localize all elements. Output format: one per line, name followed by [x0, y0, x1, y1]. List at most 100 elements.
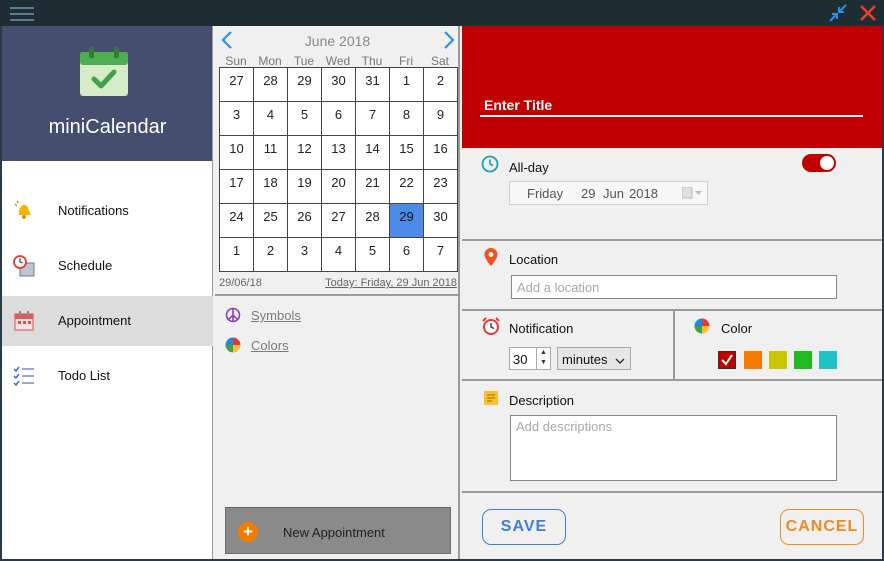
day-cell[interactable]: 12: [288, 136, 322, 170]
day-cell[interactable]: 2: [424, 68, 458, 102]
notification-color-section: Notification 30 ▲ ▼ minutes Color: [462, 311, 882, 381]
day-cell[interactable]: 1: [220, 238, 254, 272]
title-header: [462, 26, 882, 148]
sidebar-item-schedule[interactable]: Schedule: [2, 241, 213, 291]
new-appointment-button[interactable]: + New Appointment: [225, 507, 451, 554]
divider: [673, 311, 675, 379]
day-cell[interactable]: 6: [322, 102, 356, 136]
day-cell[interactable]: 25: [254, 204, 288, 238]
weekday-header: Sun Mon Tue Wed Thu Fri Sat: [219, 54, 457, 68]
day-cell[interactable]: 23: [424, 170, 458, 204]
date-day: 29: [581, 186, 596, 201]
day-cell[interactable]: 7: [424, 238, 458, 272]
day-cell[interactable]: 18: [254, 170, 288, 204]
all-day-toggle[interactable]: [802, 154, 836, 172]
notification-value-stepper[interactable]: 30 ▲ ▼: [509, 347, 551, 370]
sidebar-item-notifications[interactable]: Notifications: [2, 186, 213, 236]
description-section: Description: [462, 381, 882, 493]
weekday-label: Tue: [293, 54, 315, 68]
day-cell[interactable]: 20: [322, 170, 356, 204]
notification-value: 30: [513, 352, 528, 367]
app-name: miniCalendar: [48, 116, 167, 138]
day-cell[interactable]: 3: [220, 102, 254, 136]
day-cell[interactable]: 24: [220, 204, 254, 238]
sidebar-item-appointment[interactable]: Appointment: [2, 296, 213, 346]
date-year: 2018: [629, 186, 658, 201]
day-cell[interactable]: 2: [254, 238, 288, 272]
plus-icon: +: [238, 522, 258, 542]
day-cell[interactable]: 27: [322, 204, 356, 238]
day-cell[interactable]: 28: [254, 68, 288, 102]
alarm-clock-icon: [481, 316, 500, 335]
colors-label: Colors: [251, 338, 289, 353]
day-cell[interactable]: 4: [322, 238, 356, 272]
sidebar: miniCalendar Notifications Schedule Appo…: [2, 26, 213, 559]
sidebar-item-label: Schedule: [58, 258, 113, 273]
day-cell[interactable]: 26: [288, 204, 322, 238]
menu-icon[interactable]: [10, 4, 34, 22]
day-cell[interactable]: 17: [220, 170, 254, 204]
divider: [215, 294, 460, 296]
color-swatch[interactable]: [744, 351, 762, 369]
day-cell[interactable]: 31: [356, 68, 390, 102]
cancel-button[interactable]: CANCEL: [780, 509, 864, 545]
day-cell[interactable]: 8: [390, 102, 424, 136]
peace-symbol-icon: [225, 307, 241, 323]
notification-unit: minutes: [562, 352, 608, 367]
close-icon[interactable]: [858, 3, 878, 23]
day-cell[interactable]: 27: [220, 68, 254, 102]
color-swatch[interactable]: [819, 351, 837, 369]
clock-icon: [481, 155, 499, 173]
day-cell[interactable]: 13: [322, 136, 356, 170]
day-cell[interactable]: 16: [424, 136, 458, 170]
day-cell[interactable]: 21: [356, 170, 390, 204]
color-wheel-icon: [694, 318, 712, 336]
title-input[interactable]: [480, 95, 863, 117]
brand-header: miniCalendar: [2, 26, 212, 161]
notification-unit-select[interactable]: minutes: [557, 347, 631, 370]
date-month: Jun: [603, 186, 624, 201]
today-link[interactable]: Today: Friday, 29 Jun 2018: [325, 277, 457, 289]
color-swatch[interactable]: [718, 351, 736, 369]
day-cell[interactable]: 5: [356, 238, 390, 272]
day-cell[interactable]: 29: [390, 204, 424, 238]
day-cell[interactable]: 5: [288, 102, 322, 136]
day-cell[interactable]: 14: [356, 136, 390, 170]
description-input[interactable]: [510, 415, 837, 481]
day-cell[interactable]: 30: [322, 68, 356, 102]
weekday-label: Thu: [361, 54, 383, 68]
day-cell[interactable]: 28: [356, 204, 390, 238]
sidebar-item-label: Appointment: [58, 313, 131, 328]
day-cell[interactable]: 29: [288, 68, 322, 102]
day-cell[interactable]: 30: [424, 204, 458, 238]
location-label: Location: [509, 252, 559, 267]
calendar-month-label: June 2018: [304, 33, 371, 49]
app-window: miniCalendar Notifications Schedule Appo…: [2, 26, 882, 559]
day-cell[interactable]: 22: [390, 170, 424, 204]
day-cell[interactable]: 4: [254, 102, 288, 136]
location-input[interactable]: [511, 275, 837, 299]
new-appointment-label: New Appointment: [283, 525, 385, 540]
color-swatch[interactable]: [769, 351, 787, 369]
calendar-dropdown-icon[interactable]: [681, 186, 704, 202]
date-picker[interactable]: Friday 29 Jun 2018: [509, 181, 708, 205]
chevron-right-icon[interactable]: [441, 30, 457, 50]
day-cell[interactable]: 9: [424, 102, 458, 136]
day-cell[interactable]: 11: [254, 136, 288, 170]
color-swatch[interactable]: [794, 351, 812, 369]
location-section: Location: [462, 241, 882, 311]
weekday-label: Mon: [258, 54, 282, 68]
day-cell[interactable]: 6: [390, 238, 424, 272]
day-cell[interactable]: 1: [390, 68, 424, 102]
day-cell[interactable]: 15: [390, 136, 424, 170]
sidebar-item-todo-list[interactable]: Todo List: [2, 351, 213, 401]
collapse-window-icon[interactable]: [828, 3, 848, 23]
save-button[interactable]: SAVE: [482, 509, 566, 545]
day-cell[interactable]: 3: [288, 238, 322, 272]
day-cell[interactable]: 7: [356, 102, 390, 136]
stepper-down-icon[interactable]: ▼: [537, 358, 550, 368]
day-cell[interactable]: 19: [288, 170, 322, 204]
symbols-label: Symbols: [251, 308, 301, 323]
day-cell[interactable]: 10: [220, 136, 254, 170]
stepper-up-icon[interactable]: ▲: [537, 348, 550, 358]
